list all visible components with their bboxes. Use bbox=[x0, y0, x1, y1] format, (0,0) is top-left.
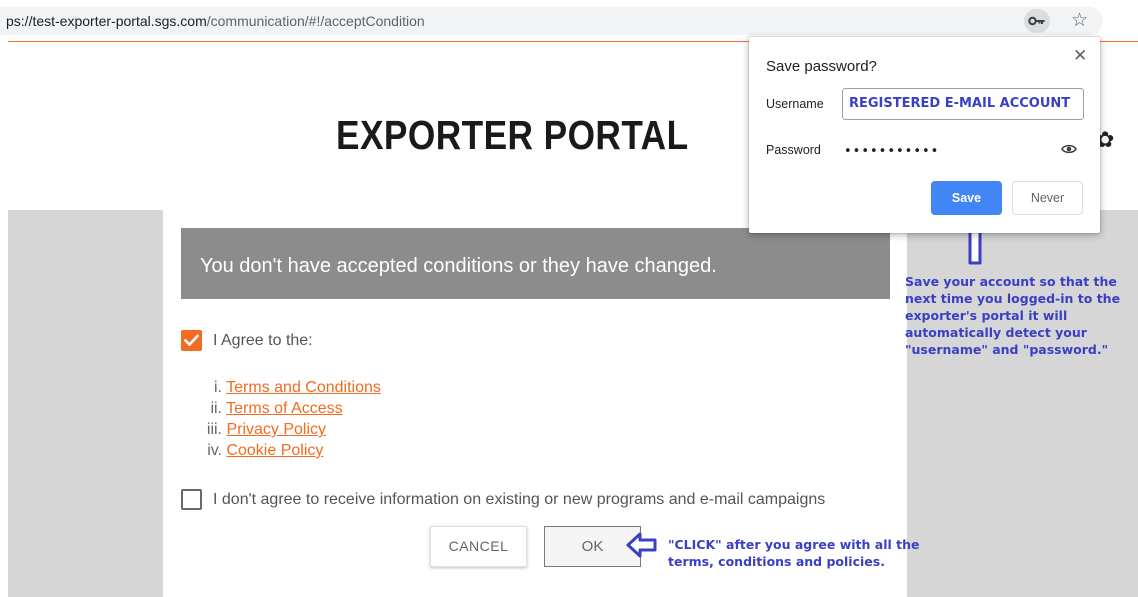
eye-icon[interactable] bbox=[1061, 143, 1077, 155]
annotation-line: "username" and "password." bbox=[905, 342, 1109, 357]
page-title: EXPORTER PORTAL bbox=[336, 112, 689, 158]
save-password-dialog: Save password? ✕ Username REGISTERED E-M… bbox=[749, 37, 1100, 233]
password-field[interactable]: ••••••••••• bbox=[844, 144, 939, 159]
term-number: iii. bbox=[206, 421, 222, 438]
terms-of-access-link[interactable]: Terms of Access bbox=[226, 400, 342, 417]
agree-label: I Agree to the: bbox=[213, 332, 313, 349]
url-text[interactable]: ps://test-exporter-portal.sgs.com/commun… bbox=[6, 13, 425, 29]
disagree-checkbox[interactable] bbox=[181, 489, 202, 510]
agree-checkbox[interactable] bbox=[181, 330, 202, 351]
term-number: i. bbox=[214, 379, 222, 396]
annotation-line: "CLICK" after you agree with all the bbox=[668, 537, 920, 552]
list-item: iii. Privacy Policy bbox=[200, 420, 326, 440]
key-icon[interactable] bbox=[1024, 9, 1050, 33]
list-item: ii. Terms of Access bbox=[200, 399, 342, 419]
password-label: Password bbox=[766, 143, 821, 157]
annotation-line: automatically detect your bbox=[905, 325, 1087, 340]
save-button[interactable]: Save bbox=[931, 181, 1002, 215]
annotation-line: next time you logged-in to the bbox=[905, 291, 1121, 306]
cookie-policy-link[interactable]: Cookie Policy bbox=[226, 442, 323, 459]
list-item: iv. Cookie Policy bbox=[200, 441, 323, 461]
username-value: REGISTERED E-MAIL ACCOUNT bbox=[849, 96, 1071, 111]
username-label: Username bbox=[766, 97, 824, 111]
term-number: iv. bbox=[207, 442, 222, 459]
annotation-line: terms, conditions and policies. bbox=[668, 554, 885, 569]
browser-toolbar: ps://test-exporter-portal.sgs.com/commun… bbox=[0, 0, 1138, 40]
save-annotation: Save your account so that the next time … bbox=[905, 273, 1120, 358]
term-number: ii. bbox=[210, 400, 222, 417]
never-button[interactable]: Never bbox=[1012, 181, 1083, 215]
notice-text: You don't have accepted conditions or th… bbox=[200, 255, 717, 277]
dialog-title: Save password? bbox=[766, 58, 877, 75]
privacy-policy-link[interactable]: Privacy Policy bbox=[226, 421, 326, 438]
list-item: i. Terms and Conditions bbox=[200, 378, 381, 398]
disagree-label: I don't agree to receive information on … bbox=[213, 491, 826, 508]
username-field[interactable]: REGISTERED E-MAIL ACCOUNT bbox=[842, 88, 1084, 120]
url-host: ps://test-exporter-portal.sgs.com bbox=[6, 13, 207, 29]
terms-and-conditions-link[interactable]: Terms and Conditions bbox=[226, 379, 381, 396]
click-annotation: "CLICK" after you agree with all the ter… bbox=[668, 536, 919, 570]
notice-banner: You don't have accepted conditions or th… bbox=[181, 228, 890, 299]
url-path: /communication/#!/acceptCondition bbox=[206, 13, 425, 29]
close-icon[interactable]: ✕ bbox=[1073, 46, 1087, 66]
cancel-button[interactable]: CANCEL bbox=[430, 526, 527, 567]
star-icon[interactable]: ☆ bbox=[1071, 9, 1088, 31]
annotation-line: exporter's portal it will bbox=[905, 308, 1068, 323]
check-icon bbox=[184, 334, 199, 347]
annotation-left-arrow-icon bbox=[626, 532, 657, 558]
annotation-line: Save your account so that the bbox=[905, 274, 1117, 289]
